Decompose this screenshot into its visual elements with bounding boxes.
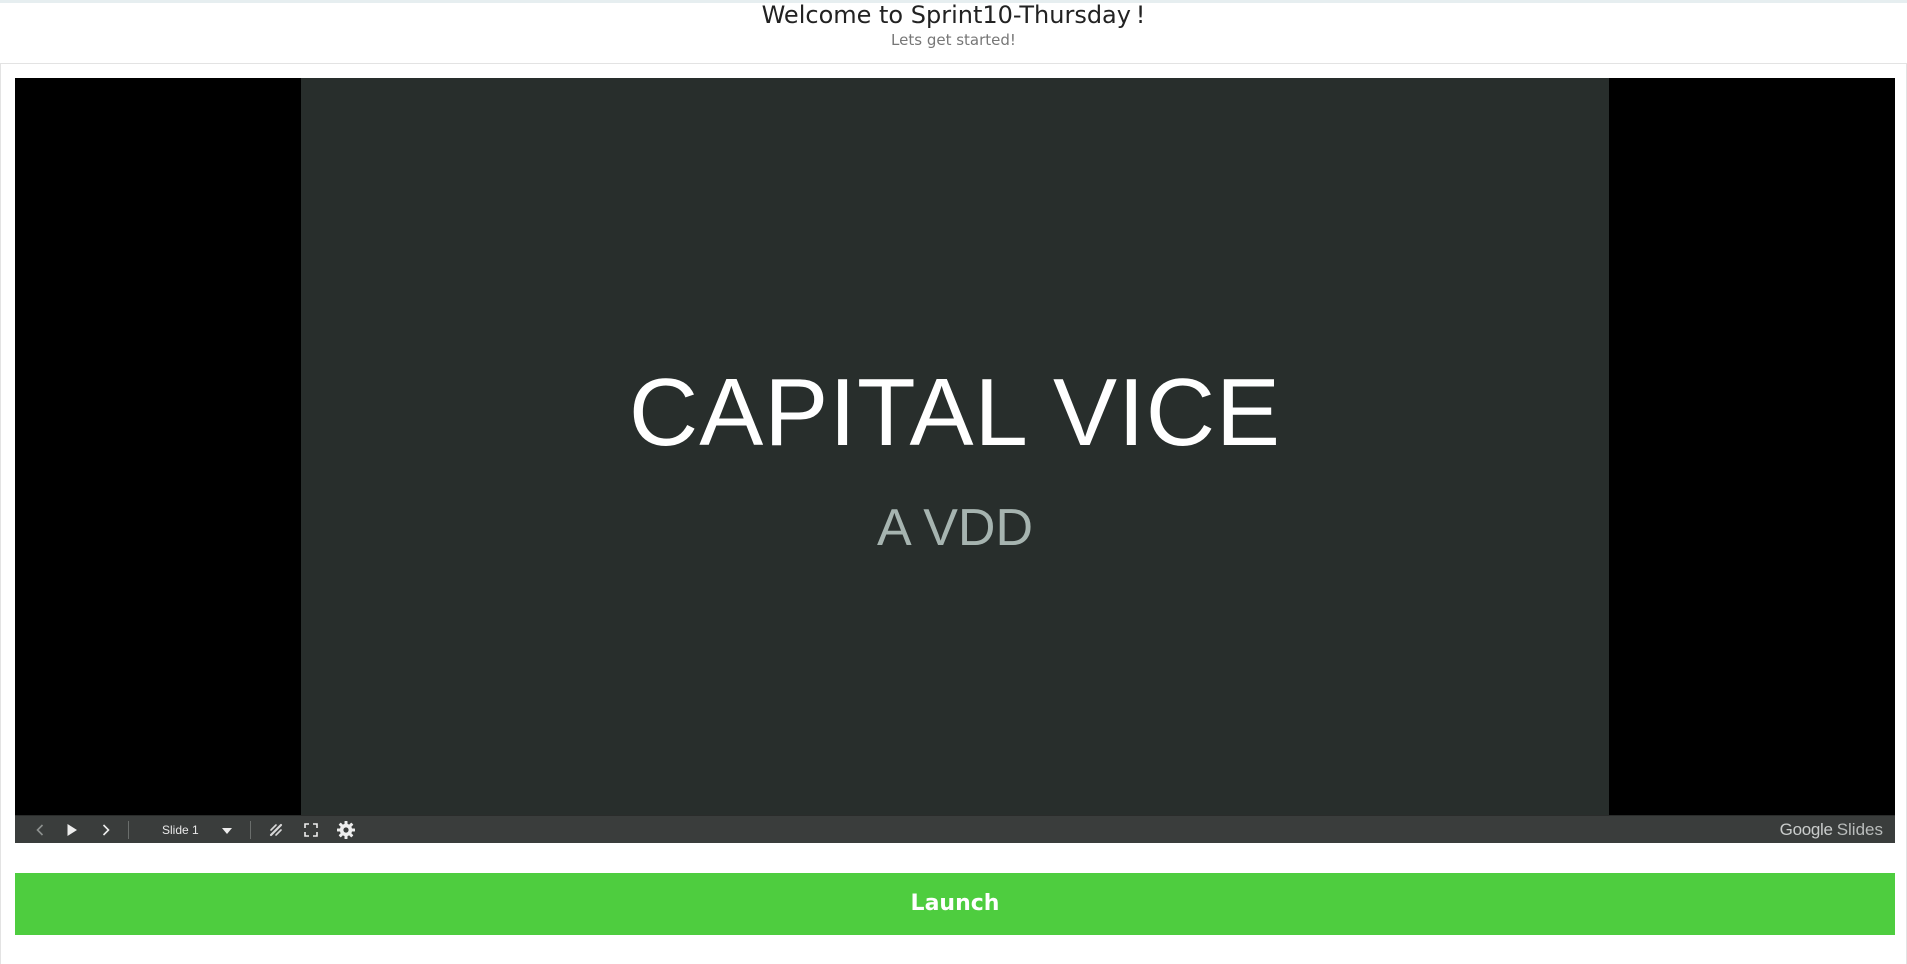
- page-subtitle: Lets get started!: [891, 31, 1016, 49]
- fullscreen-button[interactable]: [300, 816, 322, 843]
- slide-canvas[interactable]: CAPITAL VICE A VDD: [301, 78, 1609, 815]
- pointer-icon: [268, 822, 284, 838]
- brand-google: Google: [1779, 820, 1833, 839]
- play-icon: [66, 823, 78, 837]
- controls-divider: [250, 821, 251, 839]
- gear-icon: [336, 820, 356, 840]
- page-title: Welcome to Sprint10-Thursday !: [761, 1, 1146, 29]
- slide-title: CAPITAL VICE: [628, 359, 1282, 466]
- controls-divider: [128, 821, 129, 839]
- play-button[interactable]: [61, 816, 83, 843]
- chevron-left-icon: [35, 823, 45, 837]
- brand-slides: Slides: [1836, 820, 1883, 839]
- fullscreen-icon: [304, 823, 318, 837]
- laser-pointer-button[interactable]: [265, 816, 287, 843]
- next-slide-button[interactable]: [95, 816, 117, 843]
- slide-selector-label: Slide 1: [162, 823, 199, 837]
- settings-button[interactable]: [334, 816, 358, 843]
- caret-down-icon: [222, 821, 232, 839]
- player-controls: Slide 1 Google Slides: [15, 815, 1895, 843]
- slides-embed[interactable]: CAPITAL VICE A VDD Slide 1 Google Slides: [15, 78, 1895, 843]
- google-slides-logo[interactable]: Google Slides: [1780, 816, 1883, 843]
- previous-slide-button[interactable]: [29, 816, 51, 843]
- launch-button[interactable]: Launch: [15, 873, 1895, 935]
- chevron-right-icon: [101, 823, 111, 837]
- slide-subtitle: A VDD: [876, 499, 1034, 557]
- slide-selector[interactable]: Slide 1: [148, 816, 238, 843]
